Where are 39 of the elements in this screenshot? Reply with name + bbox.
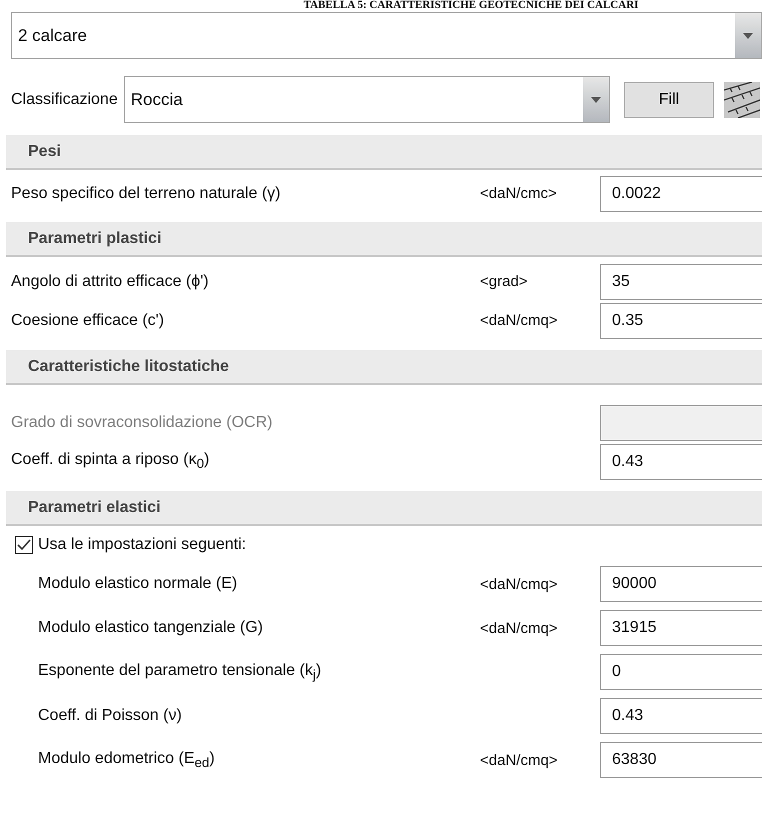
field-label: Modulo edometrico (E$_{ed}$)	[38, 750, 216, 770]
field-label: Angolo di attrito efficace (ϕ')	[11, 272, 210, 290]
value-field[interactable]: 31915	[600, 610, 762, 646]
value-field[interactable]: 35	[600, 264, 762, 300]
unit-label: <daN/cmq>	[480, 620, 559, 636]
value-field[interactable]: 0.43	[600, 444, 762, 480]
value-field[interactable]: 0.43	[600, 698, 762, 734]
section-header: Parametri plastici	[6, 222, 762, 257]
classification-dropdown[interactable]: Roccia	[124, 76, 610, 123]
hatch-pattern-icon	[724, 82, 760, 118]
field-label: Modulo elastico normale (E)	[38, 575, 238, 593]
field-label: Esponente del parametro tensionale (k$_{j}$)	[38, 662, 322, 682]
value-field[interactable]: 0.35	[600, 302, 762, 338]
fill-button[interactable]: Fill	[624, 82, 714, 118]
field-label: Coeff. di Poisson (ν)	[38, 707, 183, 725]
field-label: Coesione efficace (c')	[11, 312, 166, 330]
classification-label: Classificazione	[11, 90, 118, 108]
checkbox[interactable]	[15, 536, 33, 554]
checkbox-label: Usa le impostazioni seguenti:	[38, 536, 246, 554]
value-field[interactable]: 90000	[600, 566, 762, 602]
unit-label: <daN/cmq>	[480, 752, 559, 768]
section-header: Pesi	[6, 135, 762, 170]
value-field[interactable]: 63830	[600, 742, 762, 778]
value-field[interactable]: 0.0022	[600, 176, 762, 212]
unit-label: <daN/cmq>	[480, 312, 559, 329]
field-label: Grado di sovraconsolidazione (OCR)	[11, 414, 274, 432]
caret-icon	[591, 96, 601, 102]
unit-label: <grad>	[480, 273, 529, 290]
field-label: Peso specifico del terreno naturale (γ)	[11, 184, 282, 202]
unit-label: <daN/cmq>	[480, 576, 559, 592]
material-dropdown[interactable]: 2 calcare	[11, 12, 762, 59]
section-header: Parametri elastici	[6, 491, 762, 526]
table-caption: TABELLA 5: CARATTERISTICHE GEOTECNICHE DEI CALCARI	[304, 0, 638, 11]
caret-icon	[743, 32, 753, 38]
unit-label: <daN/cmc>	[480, 185, 558, 202]
section-header: Caratteristiche litostatiche	[6, 350, 762, 385]
field-label: Coeff. di spinta a riposo (κ$_{0}$)	[11, 451, 210, 472]
value-field[interactable]: 0	[600, 654, 762, 690]
field-label: Modulo elastico tangenziale (G)	[38, 619, 264, 637]
